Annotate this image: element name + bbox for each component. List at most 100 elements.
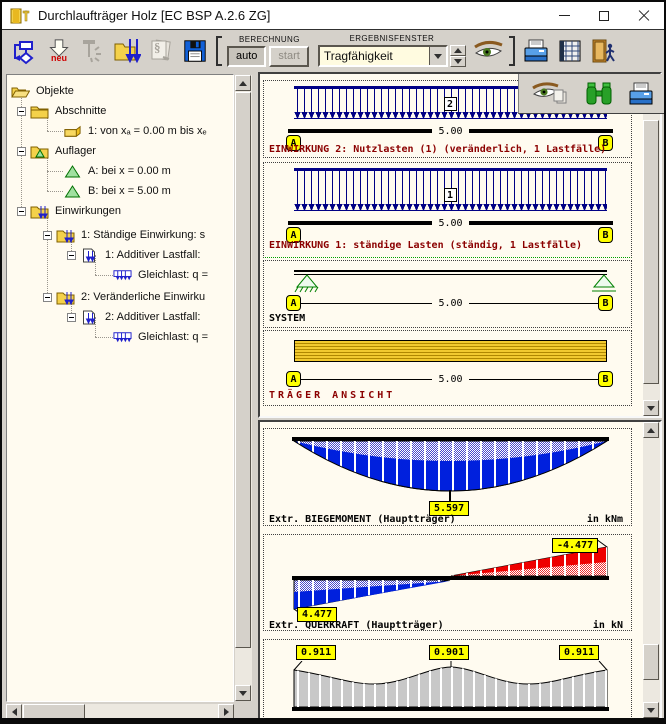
collapse-toggle-icon[interactable]: [17, 107, 26, 116]
panel-ausnutzung: 0.911 0.901 0.911: [263, 639, 632, 718]
scrollbar-thumb[interactable]: [235, 92, 251, 648]
tree-item-label[interactable]: Abschnitte: [53, 104, 108, 118]
scrollbar-thumb[interactable]: [23, 704, 85, 720]
chevron-down-icon: [454, 59, 462, 64]
tree-item-label[interactable]: Einwirkungen: [53, 204, 123, 218]
distributed-load-icon: [113, 268, 132, 283]
auto-button[interactable]: auto: [227, 46, 266, 67]
tree-item-label[interactable]: Gleichlast: q =: [136, 330, 210, 344]
save-button[interactable]: [178, 35, 212, 67]
tree-connector: [95, 275, 113, 276]
flowchart-button[interactable]: [8, 35, 42, 67]
collapse-toggle-icon[interactable]: [43, 293, 52, 302]
loadcase-page-icon: [80, 248, 99, 263]
scroll-right-button[interactable]: [218, 704, 234, 720]
scroll-down-button[interactable]: [235, 685, 251, 701]
tree-item-label[interactable]: 1: Ständige Einwirkung: s: [79, 228, 207, 242]
tree-item-gleichlast-1[interactable]: Gleichlast: q =: [113, 265, 210, 285]
tree-item-label[interactable]: 1: von xₐ = 0.00 m bis xₑ: [86, 124, 209, 138]
tree-item-loadcase-1[interactable]: 1: Additiver Lastfall:: [67, 245, 202, 265]
spinner-up-button[interactable]: [450, 45, 466, 56]
results-dropdown[interactable]: Tragfähigkeit: [318, 45, 448, 67]
scrollbar-thumb[interactable]: [643, 644, 659, 680]
view-pages-icon[interactable]: [531, 80, 571, 108]
actions-folder-icon: [56, 290, 75, 305]
object-tree: Objekte Abschnitte 1: von xₐ = 0.00 m bi…: [6, 74, 234, 702]
tree-item-action-1[interactable]: 1: Ständige Einwirkung: s: [43, 225, 207, 245]
manual-button[interactable]: [553, 35, 587, 67]
spinner-down-button[interactable]: [450, 56, 466, 67]
utilization-diagram: [292, 661, 609, 718]
print-icon[interactable]: [627, 80, 655, 108]
tree-item-label[interactable]: Gleichlast: q =: [136, 268, 210, 282]
flowchart-icon: [11, 37, 39, 65]
collapse-toggle-icon[interactable]: [67, 313, 76, 322]
tree-item-support-b[interactable]: B: bei x = 5.00 m: [63, 181, 173, 201]
start-button[interactable]: start: [269, 46, 308, 67]
exit-button[interactable]: [587, 35, 621, 67]
tree-item-label[interactable]: 1: Additiver Lastfall:: [103, 248, 202, 262]
support-triangle-icon: [63, 164, 82, 179]
tree-item-label[interactable]: A: bei x = 0.00 m: [86, 164, 173, 178]
results-dropdown-value: Tragfähigkeit: [320, 49, 429, 63]
arrow-up-icon: [647, 428, 655, 433]
paragraph-glyph: §: [154, 40, 161, 56]
utilization-right-value: 0.911: [559, 645, 599, 660]
beam-section-icon: [63, 124, 82, 139]
collapse-toggle-icon[interactable]: [43, 231, 52, 240]
close-button[interactable]: [624, 3, 664, 29]
support-a-tag: A: [286, 295, 301, 311]
top-window-scrollbar[interactable]: [643, 74, 660, 416]
bending-moment-diagram: [292, 437, 609, 503]
scroll-down-button[interactable]: [643, 400, 659, 416]
view-button[interactable]: [469, 35, 507, 67]
scroll-left-button[interactable]: [6, 704, 22, 720]
tree-item-loadcase-2[interactable]: 2: Additiver Lastfall:: [67, 307, 202, 327]
bottom-window-scrollbar[interactable]: [643, 422, 660, 718]
dimension-value: 5.00: [432, 374, 468, 385]
dimension-line: 5.00: [288, 295, 613, 311]
paragraph-pages-button-disabled[interactable]: §: [144, 35, 178, 67]
app-window: Durchlaufträger Holz [EC BSP A.2.6 ZG] n…: [0, 0, 666, 724]
collapse-toggle-icon[interactable]: [17, 147, 26, 156]
tree-item-einwirkungen[interactable]: Einwirkungen: [17, 201, 123, 221]
results-window-group: ERGEBNISFENSTER Tragfähigkeit: [318, 34, 466, 67]
collapse-toggle-icon[interactable]: [17, 207, 26, 216]
tree-vertical-scrollbar[interactable]: [235, 75, 252, 701]
tree-item-label[interactable]: 2: Additiver Lastfall:: [103, 310, 202, 324]
tree-item-auflager[interactable]: Auflager: [17, 141, 98, 161]
tree-item-section-1[interactable]: 1: von xₐ = 0.00 m bis xₑ: [63, 121, 209, 141]
tree-item-label[interactable]: Objekte: [34, 84, 76, 98]
paragraph-pages-icon: [147, 37, 175, 65]
new-button[interactable]: neu: [42, 38, 76, 63]
maximize-button[interactable]: [584, 3, 624, 29]
binoculars-icon[interactable]: [584, 81, 614, 107]
tree-item-label[interactable]: Auflager: [53, 144, 98, 158]
scroll-up-button[interactable]: [643, 422, 659, 438]
panel-system: 5.00 A B SYSTEM: [263, 260, 632, 328]
distributed-load-icon: [113, 330, 132, 345]
tree-item-gleichlast-2[interactable]: Gleichlast: q =: [113, 327, 210, 347]
dropdown-arrow-button[interactable]: [429, 47, 446, 65]
scroll-down-button[interactable]: [643, 702, 659, 718]
tree-item-action-2[interactable]: 2: Veränderliche Einwirku: [43, 287, 207, 307]
save-icon: [182, 38, 208, 64]
tree-item-support-a[interactable]: A: bei x = 0.00 m: [63, 161, 173, 181]
scrollbar-thumb[interactable]: [643, 120, 659, 384]
utilization-mid-value: 0.901: [429, 645, 469, 660]
tree-item-label[interactable]: 2: Veränderliche Einwirku: [79, 290, 207, 304]
arrow-down-icon: [647, 406, 655, 411]
tree-item-abschnitte[interactable]: Abschnitte: [17, 101, 108, 121]
minimize-button[interactable]: [544, 3, 584, 29]
open-import-button[interactable]: [110, 35, 144, 67]
pin-button-disabled[interactable]: [76, 35, 110, 67]
open-folder-icon: [11, 84, 30, 99]
manual-book-icon: [556, 37, 584, 65]
collapse-toggle-icon[interactable]: [67, 251, 76, 260]
tree-item-objekte[interactable]: Objekte: [11, 81, 76, 101]
scroll-up-button[interactable]: [235, 75, 251, 91]
tree-horizontal-scrollbar[interactable]: [6, 704, 234, 720]
main-area: Objekte Abschnitte 1: von xₐ = 0.00 m bi…: [2, 70, 664, 718]
tree-item-label[interactable]: B: bei x = 5.00 m: [86, 184, 173, 198]
print-button[interactable]: [519, 35, 553, 67]
